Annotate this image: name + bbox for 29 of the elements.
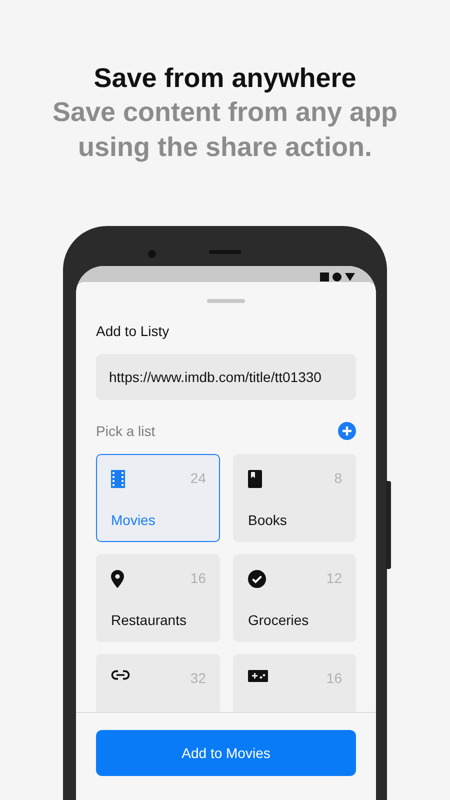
gamepad-icon [248, 670, 268, 682]
film-icon [111, 470, 125, 488]
book-icon [248, 470, 262, 488]
list-card[interactable]: 8 Books [233, 454, 356, 542]
drag-handle[interactable] [207, 299, 245, 303]
section-label: Pick a list [96, 423, 156, 439]
item-count: 8 [334, 470, 342, 486]
item-count: 32 [190, 670, 206, 686]
pin-icon [111, 570, 124, 588]
list-card[interactable]: 12 Groceries [233, 554, 356, 642]
list-name: Groceries [248, 612, 310, 628]
list-card[interactable]: 16 Restaurants [96, 554, 220, 642]
list-name: Movies [111, 512, 156, 528]
list-name: Books [248, 512, 288, 528]
url-field[interactable]: https://www.imdb.com/title/tt01330 [96, 354, 356, 400]
sheet-title: Add to Listy [96, 323, 170, 339]
add-icon[interactable] [338, 422, 356, 440]
status-icons [320, 272, 356, 282]
add-button[interactable]: Add to Movies [96, 730, 356, 776]
link-icon [111, 670, 130, 680]
subheadline: Save content from any app using the share action. [51, 96, 399, 164]
camera-icon [148, 250, 156, 258]
item-count: 24 [190, 470, 206, 486]
item-count: 16 [190, 570, 206, 586]
check-circle-icon [248, 570, 266, 588]
headline: Save from anywhere [94, 62, 356, 95]
item-count: 12 [326, 570, 342, 586]
item-count: 16 [326, 670, 342, 686]
list-name: Restaurants [111, 612, 188, 628]
